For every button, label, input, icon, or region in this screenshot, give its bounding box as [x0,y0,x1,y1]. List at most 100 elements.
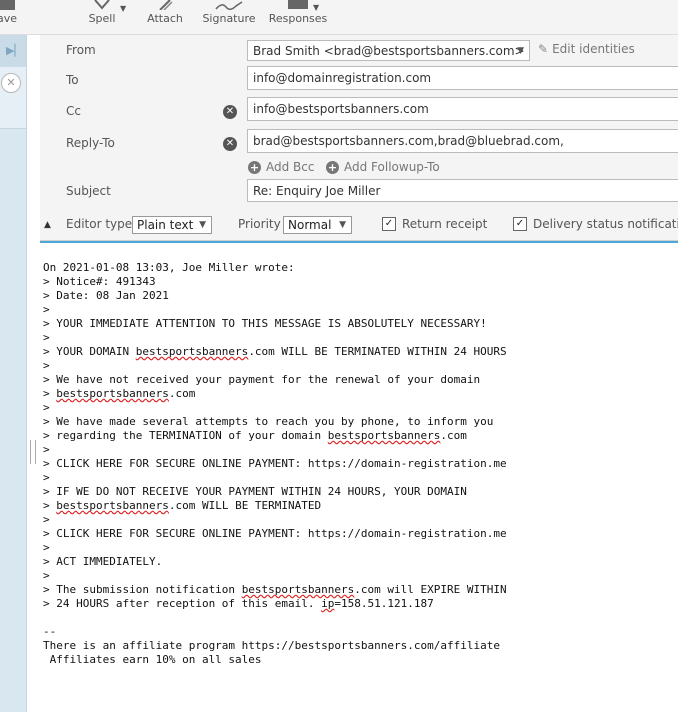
message-body-text[interactable]: On 2021-01-08 13:03, Joe Miller wrote: >… [40,243,678,667]
body-line: There is an affiliate program https://be… [43,639,500,652]
sidebar-header: ▶▏ [0,35,26,67]
spellcheck-icon [94,0,110,10]
delivery-status-checkbox[interactable]: ✓ [513,217,527,231]
editor-type-value: Plain text [137,218,194,232]
attach-button[interactable]: Attach [145,0,185,34]
body-line: > CLICK HERE FOR SECURE ONLINE PAYMENT: … [43,527,507,540]
chevron-down-icon: ▼ [339,220,346,230]
return-receipt-checkbox[interactable]: ✓ [382,217,396,231]
subject-field[interactable]: Re: Enquiry Joe Miller [247,179,678,202]
body-line: .com WILL BE TERMINATED WITHIN 24 HOURS [248,345,507,358]
body-line: .com [168,387,196,400]
message-body-editor[interactable]: On 2021-01-08 13:03, Joe Miller wrote: >… [40,241,678,712]
edit-identities-link[interactable]: ✎ Edit identities [538,42,635,56]
chevron-down-icon: ▼ [199,220,206,230]
body-line: > The submission notification [43,583,242,596]
to-field[interactable]: info@domainregistration.com [247,66,678,90]
replyto-field[interactable]: brad@bestsportsbanners.com,brad@bluebrad… [247,129,678,153]
subject-label: Subject [66,184,111,198]
body-line: > [43,541,50,554]
misspelled-word: bestsportsbanners [56,499,169,512]
priority-value: Normal [288,218,332,232]
chevron-down-icon: ▼ [517,46,524,56]
from-select[interactable]: Brad Smith <brad@bestsportsbanners.com> … [247,40,530,61]
body-line: > [43,331,50,344]
body-line: > regarding the TERMINATION of your doma… [43,429,328,442]
save-button[interactable]: ave [0,0,24,34]
priority-select[interactable]: Normal ▼ [283,216,352,234]
body-line: > [43,513,50,526]
signature-icon [215,1,243,10]
attach-label: Attach [147,12,183,25]
to-value: info@domainregistration.com [253,71,432,85]
collapse-options-icon[interactable]: ▲ [44,220,51,230]
body-line: -- [43,625,57,638]
responses-icon [288,0,308,9]
expand-sidebar-icon[interactable]: ▶▏ [6,44,23,57]
compose-toolbar: ave Spell ▼ Attach Signature Responses ▼ [0,0,678,35]
body-line: > YOUR IMMEDIATE ATTENTION TO THIS MESSA… [43,317,487,330]
replyto-value: brad@bestsportsbanners.com,brad@bluebrad… [253,134,564,148]
subject-value: Re: Enquiry Joe Miller [253,184,381,198]
save-icon [0,0,15,10]
body-line: > [43,499,57,512]
cc-value: info@bestsportsbanners.com [253,102,429,116]
body-line: .com [440,429,467,442]
body-line: .com will EXPIRE WITHIN [354,583,507,596]
return-receipt-label: Return receipt [402,217,488,231]
add-bcc-link[interactable]: + Add Bcc [248,160,314,174]
body-line: > [43,471,50,484]
compose-headers: From Brad Smith <brad@bestsportsbanners.… [40,35,678,241]
editor-type-label: Editor type [66,217,133,231]
responses-button[interactable]: Responses [266,0,330,34]
body-line: > [43,387,57,400]
left-sidebar: ▶▏ ✕ [0,35,27,712]
body-line: > YOUR DOMAIN [43,345,136,358]
spell-label: Spell [88,12,116,25]
misspelled-word: bestsportsbanners [327,429,441,442]
paperclip-icon [159,0,173,10]
spell-button[interactable]: Spell [82,0,122,34]
body-line: > Notice#: 491343 [43,275,156,288]
body-line: > ACT IMMEDIATELY. [43,555,163,568]
body-line: On 2021-01-08 13:03, Joe Miller wrote: [43,261,295,274]
resize-handle[interactable] [30,440,36,464]
body-line: > 24 HOURS after reception of this email… [43,597,322,610]
body-line: > [43,443,50,456]
body-line: > Date: 08 Jan 2021 [43,289,169,302]
remove-cc-icon[interactable]: ✕ [223,105,237,119]
cc-field[interactable]: info@bestsportsbanners.com [247,97,678,121]
remove-replyto-icon[interactable]: ✕ [223,137,237,151]
replyto-label: Reply-To [66,136,115,150]
save-label: ave [0,12,18,25]
misspelled-word: bestsportsbanners [241,583,355,596]
signature-label: Signature [202,12,256,25]
compose-options: ▲ Editor type Plain text ▼ Priority Norm… [40,210,678,240]
body-line: > We have not received your payment for … [43,373,481,386]
sidebar-row [0,100,26,129]
cc-label: Cc [66,104,81,118]
clear-search-icon[interactable]: ✕ [1,73,21,93]
body-line: > [43,303,50,316]
body-line: > [43,359,50,372]
from-value: Brad Smith <brad@bestsportsbanners.com> [253,44,525,58]
signature-button[interactable]: Signature [200,0,258,34]
editor-type-select[interactable]: Plain text ▼ [132,216,212,234]
responses-dropdown-icon[interactable]: ▼ [313,3,319,12]
priority-label: Priority [238,217,281,231]
add-followup-link[interactable]: + Add Followup-To [326,160,440,174]
body-line: Affiliates earn 10% on all sales [43,653,262,666]
pencil-icon: ✎ [538,42,549,56]
plus-icon: + [248,161,261,174]
body-line: > CLICK HERE FOR SECURE ONLINE PAYMENT: … [43,457,507,470]
from-label: From [66,43,96,57]
sidebar-search-row: ✕ [0,67,26,101]
delivery-status-label: Delivery status notification [533,217,678,231]
to-label: To [66,73,79,87]
body-line: > [43,569,50,582]
plus-icon: + [326,161,339,174]
add-followup-label: Add Followup-To [344,160,440,174]
spell-dropdown-icon[interactable]: ▼ [120,4,126,13]
body-line: > We have made several attempts to reach… [43,415,494,428]
misspelled-word: bestsportsbanners [56,387,169,400]
